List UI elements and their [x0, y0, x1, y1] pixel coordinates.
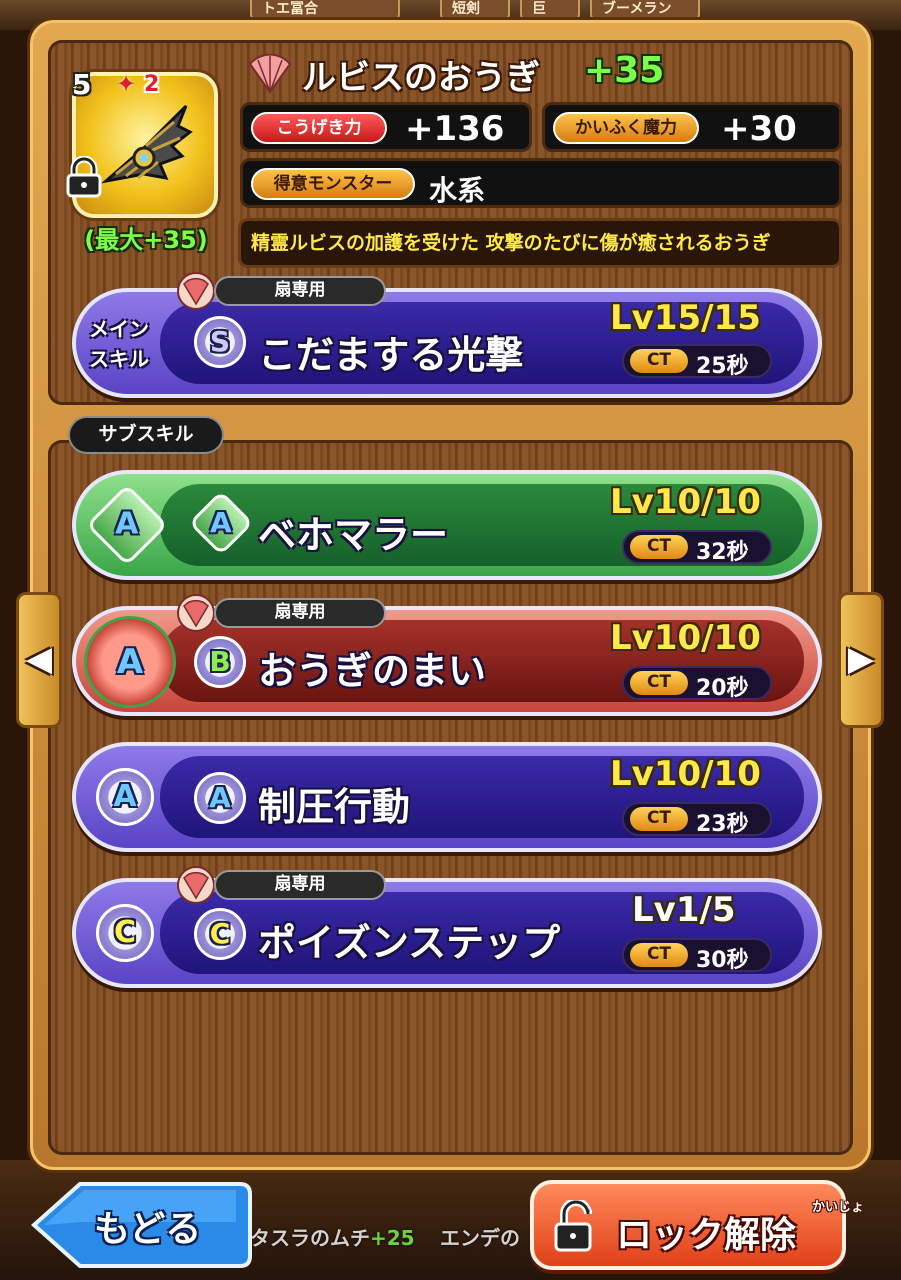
lock-icon[interactable] [64, 156, 104, 198]
prev-arrow-button[interactable]: ◀ [16, 592, 62, 728]
fan-only-tag: 扇専用 [214, 598, 386, 628]
main-skill-label: メイン スキル [89, 317, 149, 371]
sub-skill-level: Lv10/10 [610, 618, 761, 658]
ct-value: 23秒 [696, 812, 749, 837]
slot-c-icon: C [96, 904, 154, 962]
ct-value: 30秒 [696, 948, 749, 973]
ct-pill: CT 20秒 [622, 666, 772, 701]
slot-a-icon: A [85, 483, 169, 567]
sub-skill-name: おうぎのまい [258, 649, 487, 693]
slot-a-icon: A [84, 616, 176, 708]
bg-item-name: タスラのムチ+25 [250, 1226, 415, 1250]
skill-rank-a-icon: A [194, 772, 246, 824]
slot-a-icon: A [96, 768, 154, 826]
ct-pill: CT 30秒 [622, 938, 772, 973]
main-skill-name: こだまする光撃 [258, 333, 524, 377]
item-name: ルビスのおうぎ [302, 58, 540, 98]
item-description: 精霊ルビスの加護を受けた 攻撃のたびに傷が癒されるおうぎ [238, 218, 842, 268]
skill-rank-b-icon: B [194, 636, 246, 688]
sub-skill-level: Lv10/10 [610, 754, 761, 794]
sub-skill-name: 制圧行動 [258, 785, 411, 829]
awaken-star-icon: ✦ [116, 70, 137, 98]
heal-label: かいふく魔力 [553, 112, 699, 144]
bg-tab[interactable]: ブーメラン [590, 0, 700, 22]
favored-monster: 得意モンスター 水系 [240, 158, 842, 208]
unlock-label: ロック解除 かいじょ [616, 1200, 864, 1258]
favored-label: 得意モンスター [251, 168, 415, 200]
ct-value: 20秒 [696, 676, 749, 701]
bg-tab[interactable]: 短剣 [440, 0, 510, 22]
ct-value: 32秒 [696, 540, 749, 565]
max-plus-text: (最大+35) [84, 226, 208, 254]
unlock-button[interactable]: ロック解除 かいじょ [530, 1180, 864, 1270]
awaken-count: 2 [144, 72, 160, 97]
fan-icon [248, 53, 292, 94]
attack-value: +136 [405, 109, 505, 149]
sub-skill-card[interactable]: A A 制圧行動 Lv10/10 CT 23秒 [72, 742, 822, 852]
ct-badge: CT [630, 671, 688, 695]
ct-pill: CT 25秒 [622, 344, 772, 379]
sub-skill-level: Lv1/5 [632, 890, 736, 930]
sub-skill-level: Lv10/10 [610, 482, 761, 522]
next-arrow-button[interactable]: ▶ [838, 592, 884, 728]
ct-value: 25秒 [696, 354, 749, 379]
ct-pill: CT 32秒 [622, 530, 772, 565]
fan-only-tag: 扇専用 [214, 276, 386, 306]
fan-only-tag: 扇専用 [214, 870, 386, 900]
fan-icon [177, 866, 215, 904]
fan-icon [177, 594, 215, 632]
heal-value: +30 [721, 109, 797, 149]
skill-rank-c-icon: C [194, 908, 246, 960]
ct-badge: CT [630, 349, 688, 373]
sub-skill-label: サブスキル [68, 416, 224, 454]
back-label: もどる [94, 1209, 202, 1250]
item-plus: +35 [584, 50, 665, 91]
ct-badge: CT [630, 943, 688, 967]
favored-value: 水系 [429, 174, 486, 207]
ct-pill: CT 23秒 [622, 802, 772, 837]
weapon-fan-icon [100, 104, 193, 184]
heal-stat: かいふく魔力 +30 [542, 102, 842, 152]
rarity-number: 5 [72, 68, 92, 101]
sub-skill-card[interactable]: A A ベホマラー Lv10/10 CT 32秒 [72, 470, 822, 580]
attack-label: こうげき力 [251, 112, 387, 144]
main-skill-level: Lv15/15 [610, 298, 761, 338]
skill-rank-s-icon: S [194, 316, 246, 368]
bg-tab[interactable]: トエ冨合 [250, 0, 400, 22]
unlock-ruby: かいじょ [812, 1200, 865, 1215]
attack-stat: こうげき力 +136 [240, 102, 532, 152]
sub-skill-name: ポイズンステップ [258, 921, 561, 965]
bg-tab[interactable]: 巨 [520, 0, 580, 22]
ct-badge: CT [630, 535, 688, 559]
back-button[interactable]: もどる [30, 1180, 252, 1270]
fan-icon [177, 272, 215, 310]
sub-skill-name: ベホマラー [258, 513, 449, 557]
ct-badge: CT [630, 807, 688, 831]
padlock-open-icon [554, 1200, 592, 1252]
bg-item-name: エンデの [440, 1226, 520, 1250]
